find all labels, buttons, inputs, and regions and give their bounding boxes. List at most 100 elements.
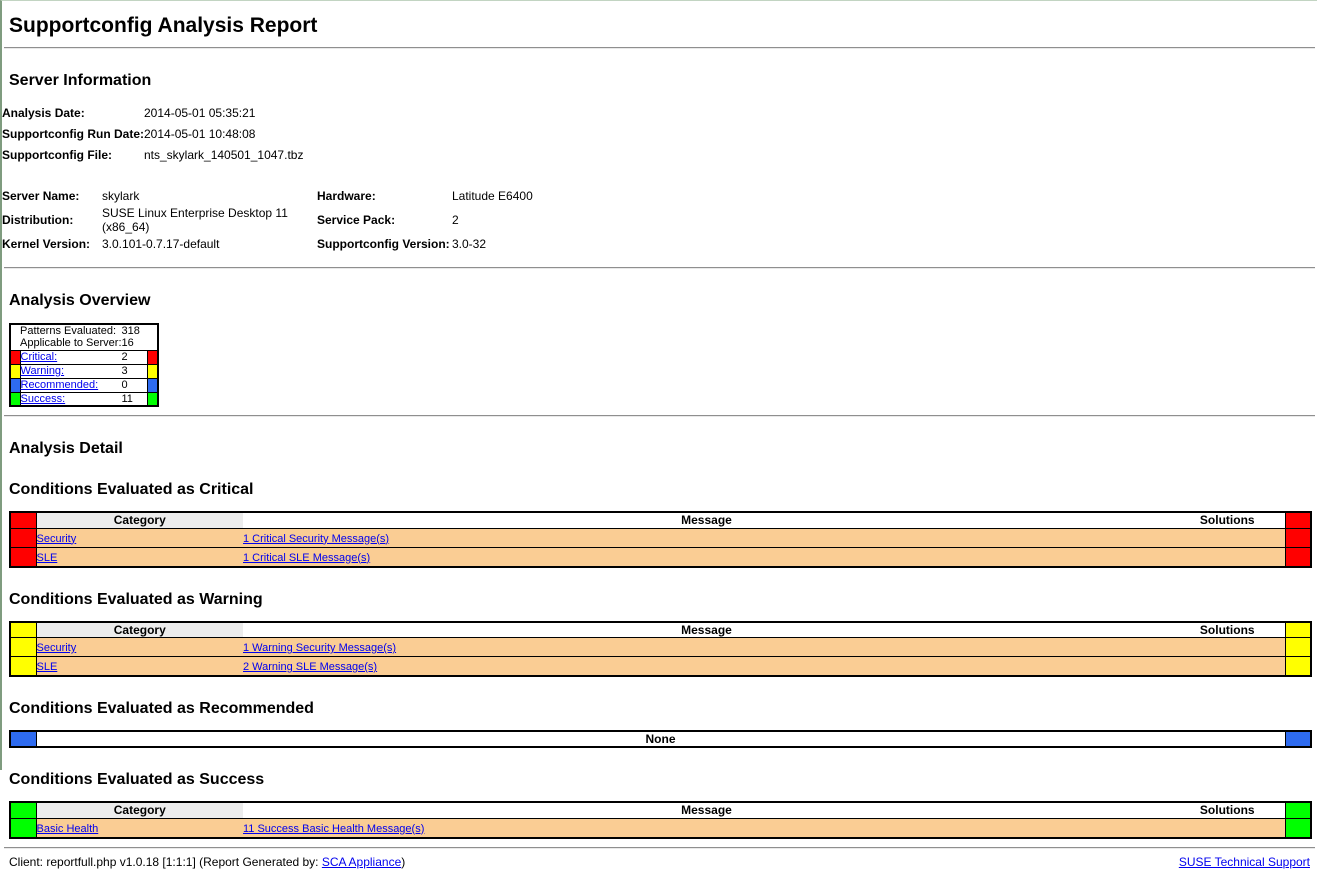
- table-row: SLE 1 Critical SLE Message(s): [10, 547, 1311, 567]
- table-row: Server Name: skylark Hardware: Latitude …: [2, 186, 533, 206]
- warning-marker-cell: [10, 657, 36, 677]
- critical-marker-cell: [1285, 528, 1311, 547]
- solutions-cell: [1170, 547, 1285, 567]
- success-marker-cell: [1285, 818, 1311, 838]
- solutions-cell: [1170, 638, 1285, 657]
- message-link[interactable]: 1 Critical Security Message(s): [243, 533, 389, 545]
- field-value: 2014-05-01 10:48:08: [144, 123, 303, 144]
- table-row: Kernel Version: 3.0.101-0.7.17-default S…: [2, 234, 533, 254]
- table-row: SLE 2 Warning SLE Message(s): [10, 657, 1311, 677]
- server-information-heading: Server Information: [9, 72, 1310, 90]
- field-value: skylark: [102, 186, 317, 206]
- divider: [4, 415, 1315, 417]
- field-label: Supportconfig Run Date:: [2, 123, 144, 144]
- client-info-suffix: ): [401, 855, 405, 869]
- table-header-row: Category Message Solutions: [10, 622, 1311, 638]
- message-link[interactable]: 1 Critical SLE Message(s): [243, 552, 370, 564]
- critical-marker-cell: [10, 547, 36, 567]
- message-link[interactable]: 2 Warning SLE Message(s): [243, 661, 377, 673]
- critical-marker-cell: [1285, 512, 1311, 528]
- field-label: Server Name:: [2, 186, 102, 206]
- recommended-table: None: [9, 730, 1312, 748]
- field-value: 2014-05-01 05:35:21: [144, 102, 303, 123]
- recommended-count: 0: [122, 378, 148, 392]
- critical-marker-cell: [10, 528, 36, 547]
- recommended-link[interactable]: Recommended:: [21, 379, 99, 391]
- category-link[interactable]: SLE: [37, 661, 58, 673]
- table-row: Warning: 3: [10, 364, 158, 378]
- field-label: Supportconfig File:: [2, 144, 144, 165]
- summary-value: 318: [122, 324, 148, 337]
- success-swatch: [10, 392, 20, 406]
- field-value: SUSE Linux Enterprise Desktop 11 (x86_64…: [102, 206, 317, 234]
- critical-marker-cell: [10, 512, 36, 528]
- page-title: Supportconfig Analysis Report: [9, 14, 1310, 38]
- summary-label: Patterns Evaluated:: [20, 324, 122, 337]
- sca-appliance-link[interactable]: SCA Appliance: [322, 855, 401, 869]
- critical-marker-cell: [1285, 547, 1311, 567]
- suse-technical-support-link[interactable]: SUSE Technical Support: [1179, 855, 1310, 869]
- recommended-swatch: [10, 378, 20, 392]
- solutions-cell: [1170, 657, 1285, 677]
- table-row: Recommended: 0: [10, 378, 158, 392]
- warning-link[interactable]: Warning:: [21, 365, 65, 377]
- column-header-solutions: Solutions: [1170, 512, 1285, 528]
- critical-swatch: [148, 350, 158, 364]
- analysis-overview-table: Patterns Evaluated: 318 Applicable to Se…: [9, 323, 159, 407]
- warning-marker-cell: [10, 638, 36, 657]
- warning-marker-cell: [1285, 622, 1311, 638]
- table-row: Patterns Evaluated: 318: [10, 324, 158, 337]
- table-row: Security 1 Warning Security Message(s): [10, 638, 1311, 657]
- field-value: Latitude E6400: [452, 186, 533, 206]
- client-info: Client: reportfull.php v1.0.18 [1:1:1] (…: [9, 855, 405, 869]
- warning-swatch: [148, 364, 158, 378]
- critical-table: Category Message Solutions Security 1 Cr…: [9, 511, 1312, 568]
- table-row: Critical: 2: [10, 350, 158, 364]
- message-link[interactable]: 11 Success Basic Health Message(s): [243, 823, 424, 835]
- column-header-message: Message: [243, 512, 1170, 528]
- table-row: Basic Health 11 Success Basic Health Mes…: [10, 818, 1311, 838]
- client-info-text: Client: reportfull.php v1.0.18 [1:1:1] (…: [9, 855, 319, 869]
- divider: [4, 847, 1315, 849]
- column-header-category: Category: [36, 622, 243, 638]
- column-header-solutions: Solutions: [1170, 802, 1285, 818]
- category-link[interactable]: Security: [37, 533, 77, 545]
- recommended-marker-cell: [1285, 731, 1311, 747]
- field-label: Distribution:: [2, 206, 102, 234]
- none-label: None: [36, 731, 1285, 747]
- table-row: Supportconfig File: nts_skylark_140501_1…: [2, 144, 303, 165]
- column-header-message: Message: [243, 802, 1170, 818]
- category-link[interactable]: Basic Health: [37, 823, 99, 835]
- success-link[interactable]: Success:: [21, 393, 66, 405]
- analysis-info-table: Analysis Date: 2014-05-01 05:35:21 Suppo…: [2, 102, 303, 165]
- field-label: Service Pack:: [317, 206, 452, 234]
- table-header-row: Category Message Solutions: [10, 802, 1311, 818]
- column-header-category: Category: [36, 512, 243, 528]
- field-label: Kernel Version:: [2, 234, 102, 254]
- table-row: Analysis Date: 2014-05-01 05:35:21: [2, 102, 303, 123]
- field-value: 3.0-32: [452, 234, 533, 254]
- critical-section-heading: Conditions Evaluated as Critical: [9, 481, 1310, 499]
- warning-table: Category Message Solutions Security 1 Wa…: [9, 621, 1312, 678]
- summary-label: Applicable to Server:: [20, 337, 122, 350]
- field-value: 2: [452, 206, 533, 234]
- column-header-category: Category: [36, 802, 243, 818]
- field-label: Supportconfig Version:: [317, 234, 452, 254]
- success-section-heading: Conditions Evaluated as Success: [9, 771, 1310, 789]
- table-row: Supportconfig Run Date: 2014-05-01 10:48…: [2, 123, 303, 144]
- server-details-table: Server Name: skylark Hardware: Latitude …: [2, 186, 533, 254]
- table-header-row: Category Message Solutions: [10, 512, 1311, 528]
- solutions-cell: [1170, 818, 1285, 838]
- category-link[interactable]: SLE: [37, 552, 58, 564]
- warning-count: 3: [122, 364, 148, 378]
- table-row: Security 1 Critical Security Message(s): [10, 528, 1311, 547]
- critical-link[interactable]: Critical:: [21, 351, 58, 363]
- success-marker-cell: [1285, 802, 1311, 818]
- message-link[interactable]: 1 Warning Security Message(s): [243, 642, 396, 654]
- warning-section-heading: Conditions Evaluated as Warning: [9, 591, 1310, 609]
- table-row: Applicable to Server: 16: [10, 337, 158, 350]
- column-header-solutions: Solutions: [1170, 622, 1285, 638]
- warning-marker-cell: [10, 622, 36, 638]
- category-link[interactable]: Security: [37, 642, 77, 654]
- success-marker-cell: [10, 818, 36, 838]
